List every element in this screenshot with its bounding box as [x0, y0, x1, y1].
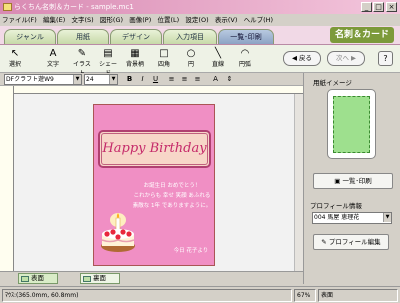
shade-icon: ▤	[103, 48, 113, 59]
status-bar: ﾏｳｽ:(365.0mm, 60.8mm) 67% 表面	[0, 286, 400, 303]
maximize-button[interactable]: □	[373, 2, 384, 12]
line-tool-button[interactable]: ╲ 直線	[207, 47, 229, 71]
menu-shape[interactable]: 図形(G)	[98, 14, 125, 26]
paper-image-area	[333, 96, 370, 153]
tab-design[interactable]: デザイン	[110, 29, 162, 44]
chevron-down-icon: ▼	[383, 213, 391, 222]
chevron-down-icon: ▼	[109, 75, 117, 84]
italic-button[interactable]: I	[137, 74, 148, 85]
illustration-tool-button[interactable]: ✎イラスト	[71, 47, 93, 77]
help-button[interactable]: ?	[378, 51, 393, 66]
menu-edit[interactable]: 編集(E)	[41, 14, 67, 26]
title-bar: らくちん名刺＆カード - sample.mc1 _ □ ×	[0, 0, 400, 14]
menu-settings[interactable]: 設定(O)	[183, 14, 210, 26]
back-button[interactable]: ◀ 戻る	[283, 51, 321, 66]
profile-info-label: プロフィール情報	[310, 202, 362, 210]
underline-button[interactable]: U	[150, 74, 161, 85]
card-message-line[interactable]: 素敵な 1年 でありますように。	[130, 202, 214, 210]
text-color-icon[interactable]: A	[210, 74, 221, 85]
menu-position[interactable]: 位置(L)	[155, 14, 181, 26]
align-right-icon[interactable]: ≡	[192, 74, 203, 85]
list-print-button[interactable]: ▣ 一覧･印刷	[313, 173, 393, 189]
arc-tool-button[interactable]: ◠ 円弧	[234, 47, 256, 71]
card-message-line[interactable]: お誕生日 おめでとう！	[130, 182, 214, 190]
circle-tool-button[interactable]: ○ 円	[180, 47, 202, 71]
menu-help[interactable]: ヘルプ(H)	[242, 14, 275, 26]
vertical-ruler	[0, 86, 14, 271]
drawing-toolbar: ↖選択 A文字 ✎イラスト ▤シェード ▦背景柄 □四角 ○円 ╲直線 ◠円弧 …	[0, 45, 400, 77]
tab-genre[interactable]: ジャンル	[4, 29, 56, 44]
minimize-button[interactable]: _	[361, 2, 372, 12]
font-size-select[interactable]: 24 ▼	[84, 74, 118, 85]
circle-icon: ○	[186, 48, 196, 59]
birthday-cake-illustration[interactable]	[99, 212, 137, 254]
window-title: らくちん名刺＆カード - sample.mc1	[14, 3, 134, 11]
menu-file[interactable]: ファイル(F)	[0, 14, 39, 26]
page-icon	[21, 276, 29, 282]
shade-tool-button[interactable]: ▤シェード	[97, 47, 119, 77]
align-center-icon[interactable]: ≡	[179, 74, 190, 85]
menu-text[interactable]: 文字(S)	[69, 14, 95, 26]
current-side: 表面	[318, 289, 398, 302]
tab-paper[interactable]: 用紙	[57, 29, 109, 44]
format-toolbar: DFクラフト遊W9 ▼ 24 ▼ B I U ≡ ≡ ≡ A ⇕	[0, 73, 303, 86]
app-logo: 名刺＆カード	[330, 27, 394, 43]
rectangle-tool-button[interactable]: □ 四角	[153, 47, 175, 71]
page-icon	[83, 276, 91, 282]
font-select[interactable]: DFクラフト遊W9 ▼	[4, 74, 82, 85]
tab-front[interactable]: 表面	[18, 273, 58, 284]
arc-icon: ◠	[240, 48, 250, 59]
tab-back[interactable]: 裏面	[80, 273, 120, 284]
text-tool-button[interactable]: A 文字	[42, 47, 64, 71]
mouse-coordinates: ﾏｳｽ:(365.0mm, 60.8mm)	[2, 289, 292, 302]
menu-image[interactable]: 画像(P)	[127, 14, 153, 26]
select-tool-button[interactable]: ↖ 選択	[4, 47, 26, 71]
line-icon: ╲	[214, 48, 222, 59]
card-message-line[interactable]: これからも 幸せ 笑顔 あふれる	[130, 192, 214, 200]
profile-select[interactable]: 004 馬屋 恵理花 ▼	[312, 212, 392, 224]
paper-image-label: 用紙イメージ	[313, 79, 352, 87]
tab-input[interactable]: 入力項目	[163, 29, 217, 44]
text-icon: A	[49, 48, 57, 59]
zoom-level: 67%	[294, 289, 316, 302]
menu-view[interactable]: 表示(V)	[213, 14, 240, 26]
vertical-text-icon[interactable]: ⇕	[224, 74, 235, 85]
profile-edit-button[interactable]: ✎ プロフィール編集	[313, 234, 389, 250]
vertical-scrollbar[interactable]	[294, 94, 303, 271]
next-button[interactable]: 次へ ▶	[327, 51, 365, 66]
tab-list-print[interactable]: 一覧･印刷	[218, 29, 274, 44]
pattern-icon: ▦	[130, 48, 140, 59]
edit-icon: ✎	[321, 238, 329, 246]
pattern-tool-button[interactable]: ▦ 背景柄	[124, 47, 146, 71]
horizontal-ruler	[14, 86, 303, 94]
illustration-icon: ✎	[77, 48, 87, 59]
bold-button[interactable]: B	[124, 74, 135, 85]
menu-bar: ファイル(F) 編集(E) 文字(S) 図形(G) 画像(P) 位置(L) 設定…	[0, 14, 400, 26]
card-signature[interactable]: 今日 花子より	[170, 246, 212, 254]
page-tab-bar: 表面 裏面	[0, 271, 303, 284]
rectangle-icon: □	[159, 48, 169, 59]
app-icon	[3, 3, 12, 11]
chevron-down-icon: ▼	[73, 75, 81, 84]
align-left-icon[interactable]: ≡	[166, 74, 177, 85]
cursor-icon: ↖	[10, 48, 20, 59]
card-title-text[interactable]: Happy Birthday	[98, 139, 211, 159]
close-button[interactable]: ×	[386, 2, 397, 12]
